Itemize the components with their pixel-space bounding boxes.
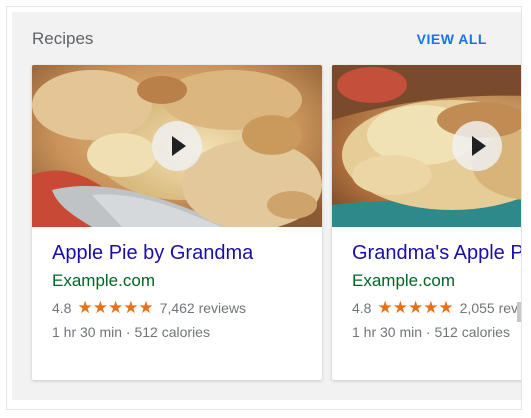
rating-row: 4.8 ★★★★★ 7,462 reviews: [52, 298, 246, 318]
recipes-carousel: Recipes VIEW ALL Apple Pie by Grandma Ex…: [12, 12, 521, 400]
recipe-card[interactable]: Grandma's Apple Pie Example.com 4.8 ★★★★…: [332, 65, 521, 380]
rating-value: 4.8: [352, 300, 372, 316]
recipe-source: Example.com: [352, 271, 455, 290]
star-rating-icon: ★★★★★: [377, 298, 454, 318]
scrollbar-thumb[interactable]: [517, 302, 521, 322]
play-button[interactable]: [452, 121, 502, 171]
recipe-thumbnail: [32, 65, 322, 227]
play-icon: [472, 136, 486, 156]
review-count: 7,462 reviews: [159, 300, 247, 316]
recipe-title[interactable]: Grandma's Apple Pie: [352, 242, 521, 265]
recipe-thumbnail: [332, 65, 521, 227]
recipe-source: Example.com: [52, 271, 155, 290]
rating-value: 4.8: [52, 300, 72, 316]
play-icon: [172, 136, 186, 156]
star-rating-icon: ★★★★★: [77, 298, 154, 318]
rating-row: 4.8 ★★★★★ 2,055 reviews: [352, 298, 521, 318]
recipe-title[interactable]: Apple Pie by Grandma: [52, 242, 253, 265]
section-title: Recipes: [32, 29, 94, 48]
view-all-link[interactable]: VIEW ALL: [417, 31, 487, 47]
review-count: 2,055 reviews: [459, 300, 521, 316]
recipe-card[interactable]: Apple Pie by Grandma Example.com 4.8 ★★★…: [32, 65, 322, 380]
recipe-meta: 1 hr 30 min · 512 calories: [52, 324, 210, 340]
recipe-meta: 1 hr 30 min · 512 calories: [352, 324, 510, 340]
play-button[interactable]: [152, 121, 202, 171]
